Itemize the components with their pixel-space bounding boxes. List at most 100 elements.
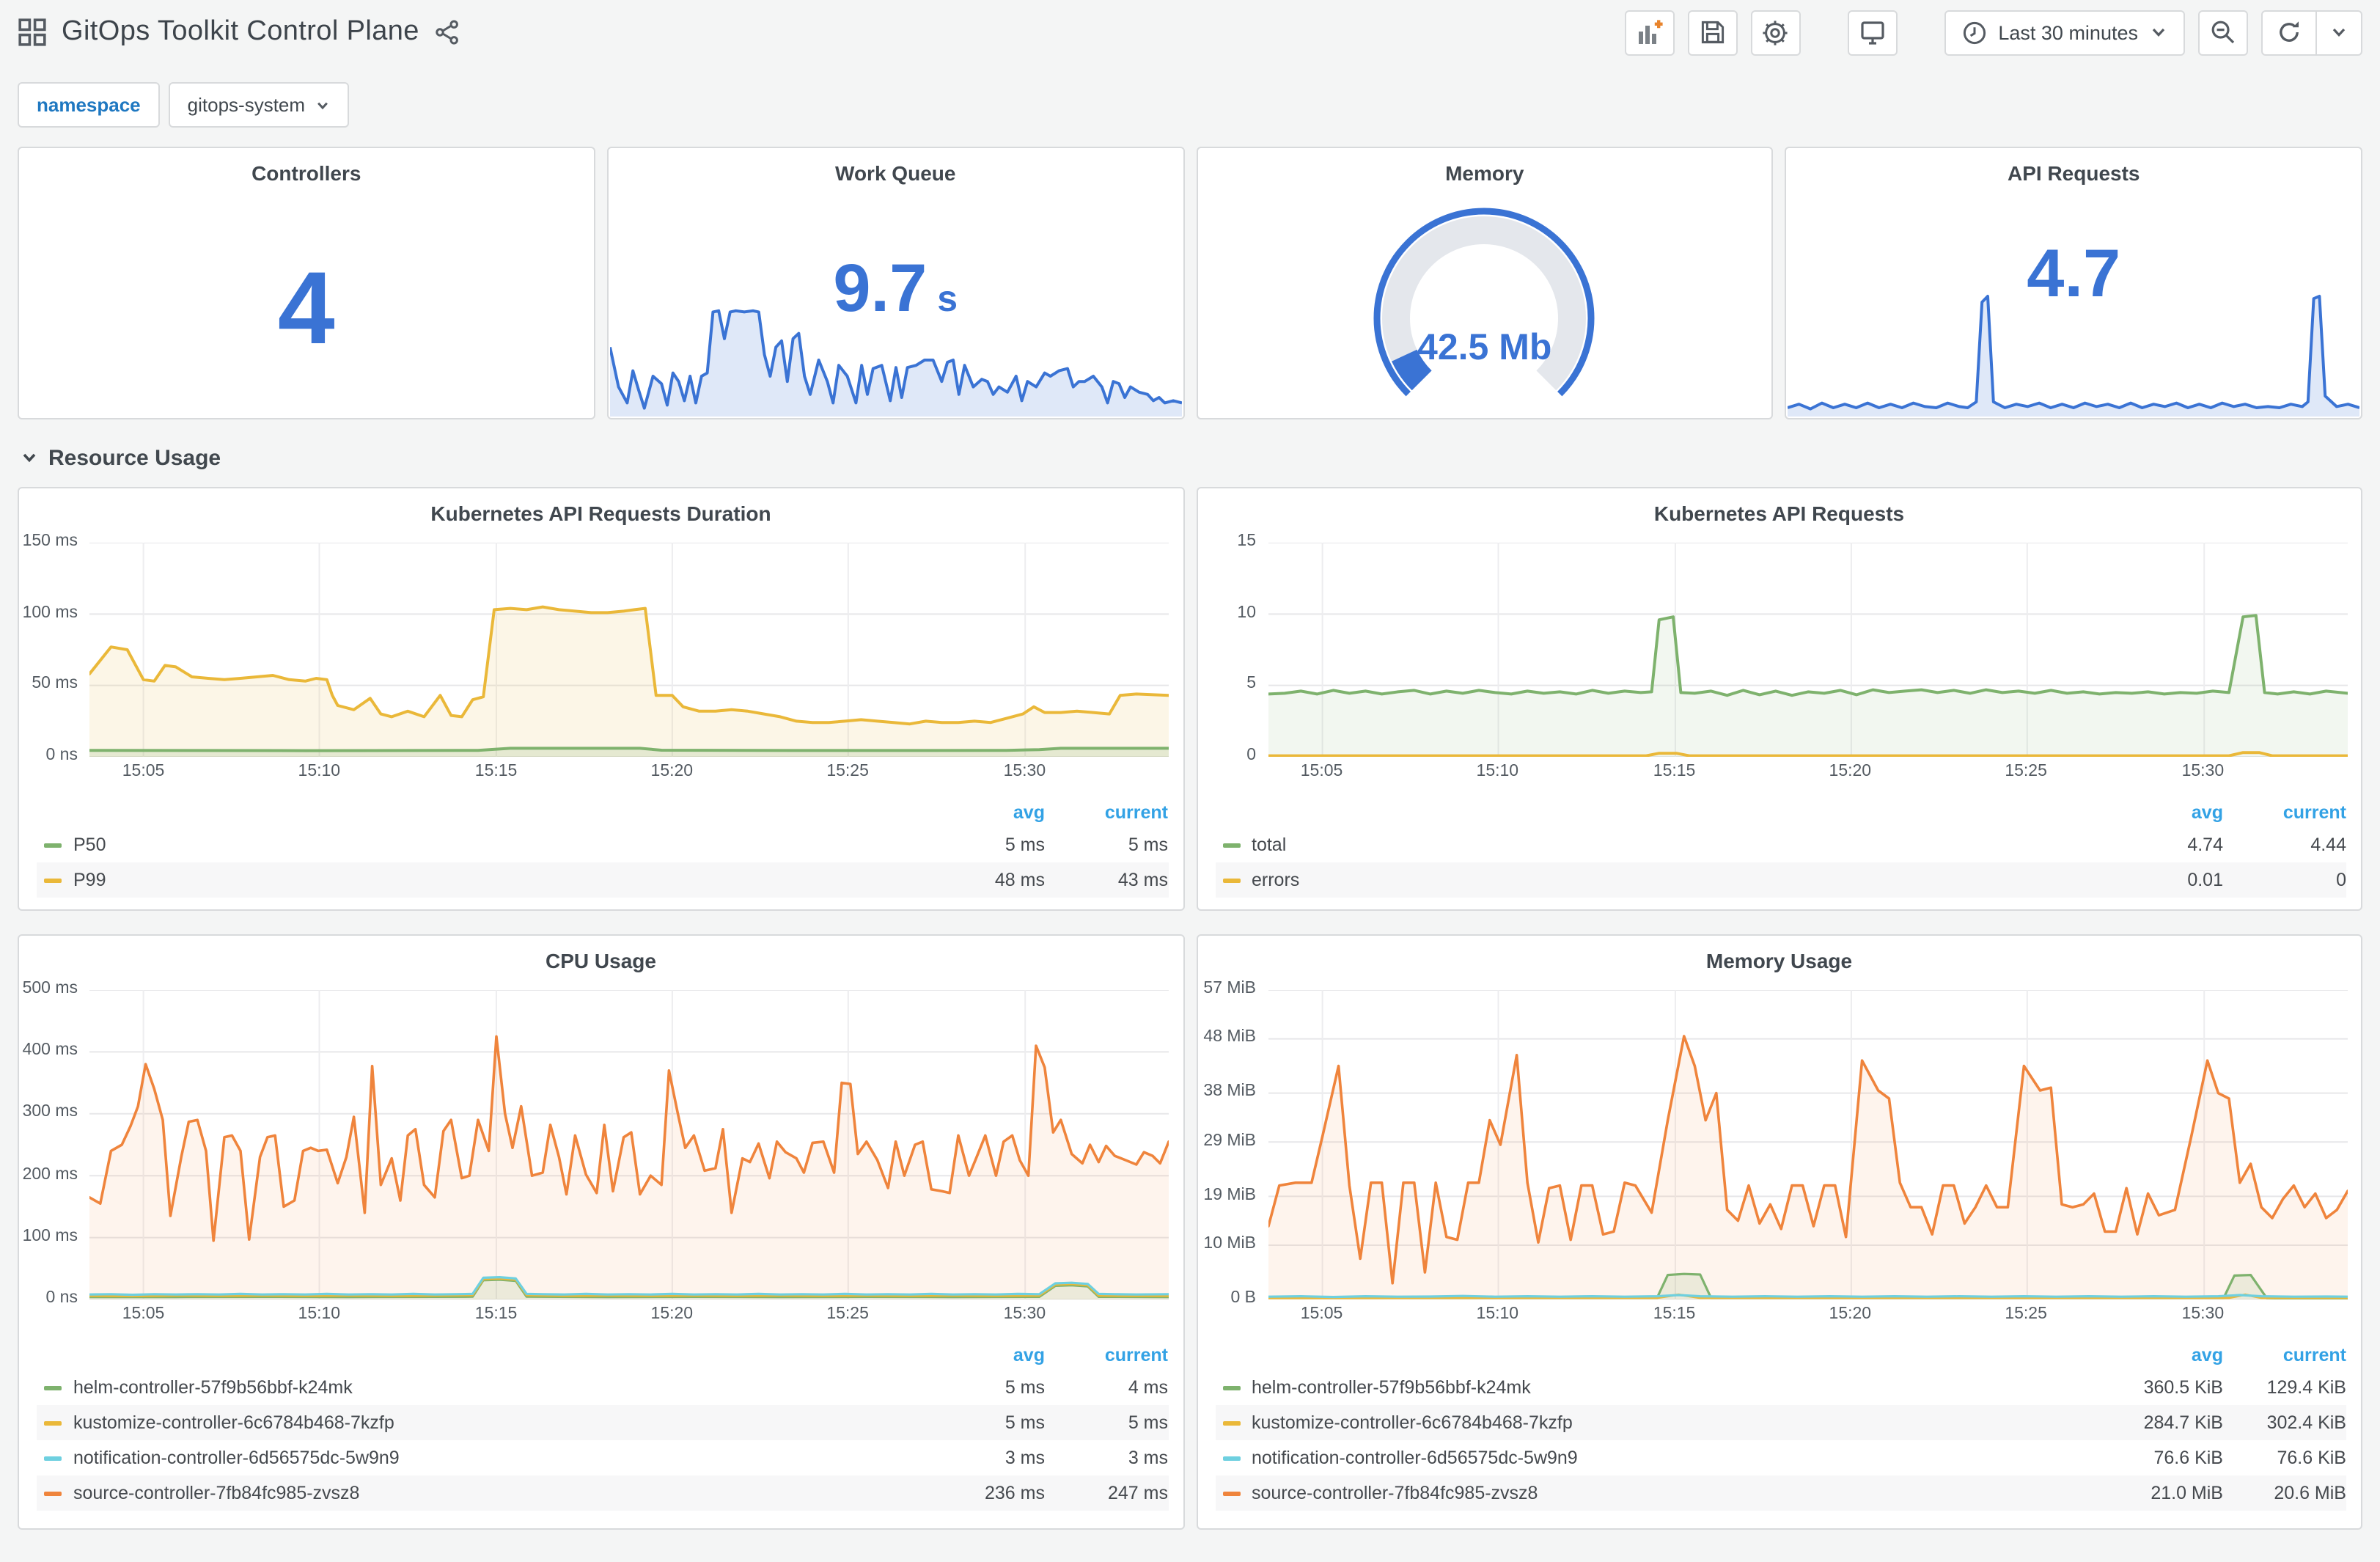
series-color-marker[interactable] (1222, 843, 1240, 847)
panel-title[interactable]: Controllers (19, 148, 594, 185)
series-label[interactable]: total (1222, 835, 2100, 855)
share-icon[interactable] (434, 19, 460, 45)
legend-value: 43 ms (1117, 870, 1168, 890)
y-tick-label: 5 (1246, 675, 1256, 693)
legend-row: source-controller-7fb84fc985-zvsz8 236 ms… (37, 1475, 1168, 1511)
series-label[interactable]: source-controller-7fb84fc985-zvsz8 (1222, 1483, 2100, 1503)
legend-value: 0 (2336, 870, 2346, 890)
y-tick-label: 200 ms (22, 1165, 78, 1184)
chart-canvas[interactable] (89, 990, 1169, 1299)
x-tick-label: 15:25 (826, 763, 869, 780)
series-color-marker[interactable] (1222, 1456, 1240, 1460)
panel-title[interactable]: Memory Usage (1197, 936, 2361, 972)
plot-area[interactable] (89, 990, 1169, 1299)
series-label[interactable]: helm-controller-57f9b56bbf-k24mk (44, 1377, 922, 1398)
legend-value: 48 ms (994, 870, 1045, 890)
series-color-marker[interactable] (1222, 1420, 1240, 1425)
chart-canvas[interactable] (89, 543, 1169, 757)
legend-value: 4.74 (2187, 835, 2223, 855)
panel-title[interactable]: Kubernetes API Requests (1197, 488, 2361, 525)
series-label[interactable]: notification-controller-6d56575dc-5w9n9 (1222, 1448, 2100, 1468)
chart-canvas[interactable] (1268, 990, 2347, 1299)
legend-header: avg current (1215, 798, 2346, 827)
legend-sort-current[interactable]: current (1045, 802, 1168, 823)
series-label[interactable]: P99 (44, 870, 922, 890)
legend-sort-current[interactable]: current (1045, 1345, 1168, 1365)
series-color-marker[interactable] (1222, 1491, 1240, 1495)
panel-title[interactable]: CPU Usage (19, 936, 1183, 972)
legend-sort-avg[interactable]: avg (2100, 802, 2223, 823)
y-tick-label: 150 ms (22, 532, 78, 550)
chevron-down-icon (315, 98, 330, 112)
legend-header: avg current (37, 798, 1168, 827)
y-tick-label: 100 ms (22, 1227, 78, 1245)
section-row-resource-usage[interactable]: Resource Usage (21, 443, 2362, 472)
legend-row: helm-controller-57f9b56bbf-k24mk 360.5 Ki… (1215, 1370, 2346, 1405)
plot-area[interactable] (89, 543, 1169, 757)
y-axis: 0 ns 50 ms 100 ms 150 ms (19, 532, 89, 764)
series-label[interactable]: notification-controller-6d56575dc-5w9n9 (44, 1448, 922, 1468)
clock-icon (1961, 20, 1986, 45)
series-color-marker[interactable] (44, 1420, 62, 1425)
legend-sort-avg[interactable]: avg (922, 1345, 1045, 1365)
series-color-marker[interactable] (44, 1456, 62, 1460)
sparkline (1787, 293, 2361, 417)
series-color-marker[interactable] (44, 843, 62, 847)
legend-value: 5 ms (1004, 1412, 1045, 1433)
refresh-interval-dropdown[interactable] (2315, 11, 2361, 54)
panel-title[interactable]: Kubernetes API Requests Duration (19, 488, 1183, 525)
x-axis: 15:05 15:10 15:15 15:20 15:25 15:30 (1268, 1299, 2346, 1329)
series-label[interactable]: P50 (44, 835, 922, 855)
x-tick-label: 15:05 (122, 1305, 165, 1323)
plot-area[interactable] (1268, 990, 2347, 1299)
x-tick-label: 15:15 (1653, 1305, 1696, 1323)
plot-area[interactable] (1268, 543, 2347, 757)
series-color-marker[interactable] (44, 1385, 62, 1390)
y-tick-label: 50 ms (32, 675, 78, 693)
series-color-marker[interactable] (1222, 878, 1240, 882)
legend-sort-avg[interactable]: avg (922, 802, 1045, 823)
series-color-marker[interactable] (44, 1491, 62, 1495)
legend-value: 129.4 KiB (2266, 1377, 2346, 1398)
panel-title[interactable]: Memory (1197, 148, 1772, 185)
stat-row: Controllers 4 Work Queue 9.7 s Memory 42.… (18, 147, 2362, 419)
chart-row-1: Kubernetes API Requests Duration 0 ns 50 … (18, 487, 2362, 911)
variable-value-dropdown[interactable]: gitops-system (168, 82, 350, 128)
panel-title[interactable]: Work Queue (609, 148, 1183, 185)
x-tick-label: 15:05 (1300, 1305, 1343, 1323)
variable-label-namespace[interactable]: namespace (18, 82, 160, 128)
legend-sort-current[interactable]: current (2223, 802, 2346, 823)
x-tick-label: 15:30 (1003, 1305, 1046, 1323)
series-color-marker[interactable] (1222, 1385, 1240, 1390)
series-label[interactable]: kustomize-controller-6c6784b468-7kzfp (1222, 1412, 2100, 1433)
series-label[interactable]: errors (1222, 870, 2100, 890)
legend-row: helm-controller-57f9b56bbf-k24mk 5 ms 4 ms (37, 1370, 1168, 1405)
chart-canvas[interactable] (1268, 543, 2347, 757)
y-tick-label: 300 ms (22, 1103, 78, 1121)
settings-button[interactable] (1750, 10, 1801, 55)
sparkline (608, 304, 1182, 417)
panel-controllers: Controllers 4 (18, 147, 595, 419)
series-label[interactable]: source-controller-7fb84fc985-zvsz8 (44, 1483, 922, 1503)
legend: avg current P50 5 ms 5 ms P99 48 ms 43 ms (37, 798, 1168, 898)
series-label[interactable]: helm-controller-57f9b56bbf-k24mk (1222, 1377, 2100, 1398)
series-label[interactable]: kustomize-controller-6c6784b468-7kzfp (44, 1412, 922, 1433)
series-color-marker[interactable] (44, 878, 62, 882)
add-panel-button[interactable] (1624, 10, 1675, 55)
legend-row: errors 0.01 0 (1215, 862, 2346, 898)
cycle-view-mode-button[interactable] (1847, 10, 1898, 55)
time-range-label: Last 30 minutes (1998, 21, 2138, 43)
legend-sort-current[interactable]: current (2223, 1345, 2346, 1365)
legend-value: 5 ms (1004, 835, 1045, 855)
dashboard-grid-icon[interactable] (18, 18, 47, 47)
legend-value: 247 ms (1108, 1483, 1168, 1503)
time-range-picker[interactable]: Last 30 minutes (1944, 10, 2185, 55)
zoom-out-button[interactable] (2198, 10, 2248, 55)
save-dashboard-button[interactable] (1687, 10, 1738, 55)
panel-kubernetes-api-requests: Kubernetes API Requests 0 5 10 15 15:05 15:1… (1196, 487, 2362, 911)
legend-sort-avg[interactable]: avg (2100, 1345, 2223, 1365)
panel-title[interactable]: API Requests (1787, 148, 2362, 185)
variables-row: namespace gitops-system (18, 81, 2362, 129)
refresh-button[interactable] (2263, 11, 2315, 54)
x-tick-label: 15:10 (1476, 763, 1519, 780)
